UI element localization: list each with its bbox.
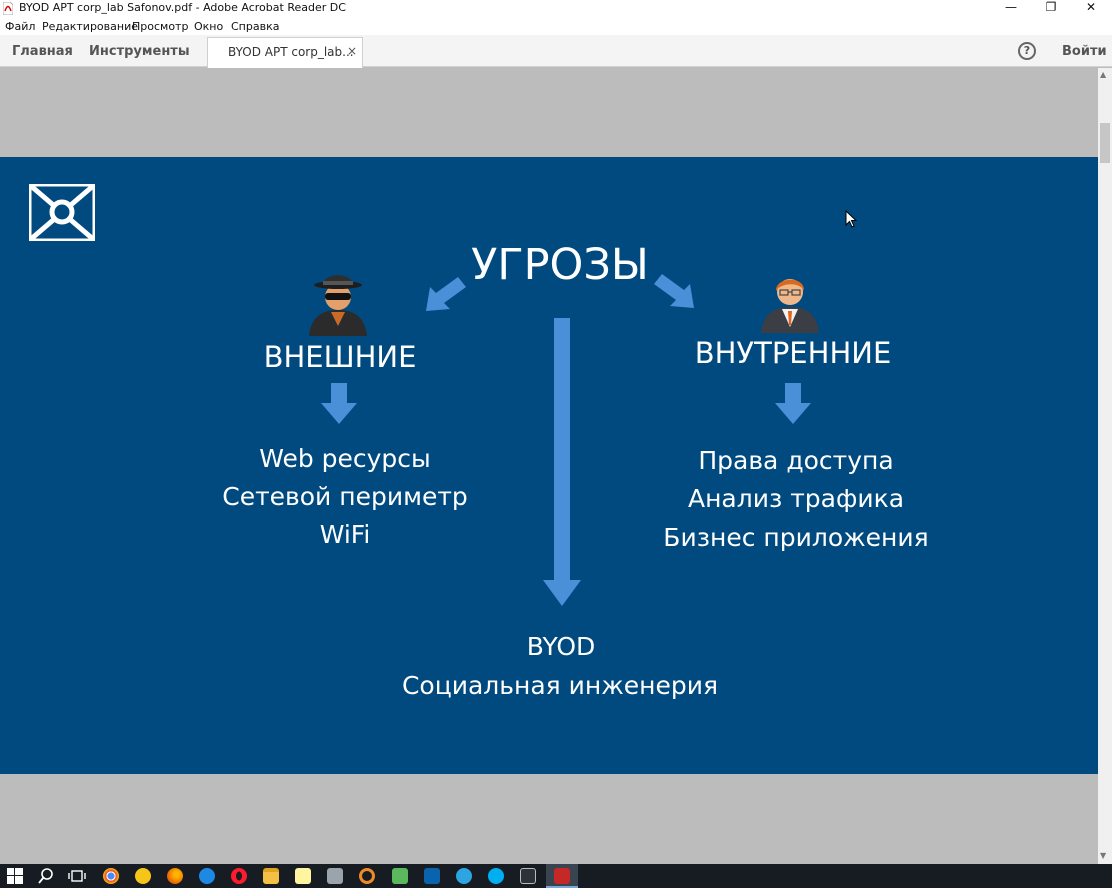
spy-hacker-icon [309, 275, 367, 336]
tab-tools[interactable]: Инструменты [89, 44, 190, 59]
menu-window[interactable]: Окно [194, 20, 223, 33]
menu-view[interactable]: Просмотр [132, 20, 188, 33]
help-icon[interactable]: ? [1018, 42, 1036, 60]
signin-link[interactable]: Войти [1062, 44, 1107, 59]
arrow-down-icon [321, 383, 357, 424]
search-icon[interactable] [38, 868, 54, 884]
center-threat-item: BYOD [526, 632, 596, 661]
yandex-icon[interactable] [135, 868, 151, 884]
scroll-thumb[interactable] [1100, 123, 1110, 163]
skype-icon[interactable] [488, 868, 504, 884]
telegram-icon[interactable] [456, 868, 472, 884]
windows-start-icon[interactable] [7, 868, 23, 884]
arrow-down-long-icon [543, 318, 581, 606]
external-threat-item: Сетевой периметр [222, 482, 468, 511]
menu-help[interactable]: Справка [231, 20, 279, 33]
external-threat-item: Web ресурсы [259, 444, 431, 473]
crossed-envelope-logo [29, 184, 95, 241]
menu-file[interactable]: Файл [5, 20, 35, 33]
chrome-icon[interactable] [103, 868, 119, 884]
scroll-up-icon[interactable]: ▲ [1100, 70, 1106, 79]
tab-document-label: BYOD APT corp_lab... [228, 45, 354, 59]
notepad-icon[interactable] [295, 868, 311, 884]
internal-threat-item: Бизнес приложения [663, 523, 929, 552]
headphones-icon[interactable] [359, 868, 375, 884]
slide-heading: УГРОЗЫ [471, 240, 649, 290]
minimize-button[interactable]: — [992, 0, 1030, 17]
outlook-icon[interactable] [424, 868, 440, 884]
acrobat-app-icon [3, 2, 13, 15]
vertical-scrollbar[interactable] [1098, 68, 1112, 864]
opera-icon[interactable] [231, 868, 247, 884]
acrobat-icon[interactable] [554, 868, 570, 884]
arrow-right-icon [654, 274, 694, 308]
network-tool-icon[interactable] [327, 868, 343, 884]
internal-threats-title: ВНУТРЕННИЕ [694, 336, 892, 370]
file-explorer-icon[interactable] [263, 868, 279, 884]
external-threats-title: ВНЕШНИЕ [263, 340, 417, 374]
close-window-button[interactable]: ✕ [1072, 0, 1110, 17]
internal-threat-item: Права доступа [698, 446, 894, 475]
edge-icon[interactable] [199, 868, 215, 884]
internal-threat-item: Анализ трафика [687, 484, 905, 513]
tab-close-icon[interactable]: × [347, 44, 357, 58]
arrow-left-icon [426, 277, 466, 311]
task-view-icon[interactable] [68, 868, 86, 884]
menu-edit[interactable]: Редактирование [42, 20, 138, 33]
businessman-icon [761, 279, 819, 333]
utorrent-icon[interactable] [392, 868, 408, 884]
center-threat-item: Социальная инженерия [401, 671, 719, 700]
restore-button[interactable]: ❐ [1032, 0, 1070, 17]
tab-home[interactable]: Главная [12, 44, 73, 59]
unity-icon[interactable] [520, 868, 536, 884]
firefox-icon[interactable] [167, 868, 183, 884]
arrow-down-icon [775, 383, 811, 424]
window-title: BYOD APT corp_lab Safonov.pdf - Adobe Ac… [19, 1, 346, 14]
external-threat-item: WiFi [319, 520, 371, 549]
mouse-cursor-icon [845, 210, 857, 228]
scroll-down-icon[interactable]: ▼ [1100, 851, 1106, 860]
